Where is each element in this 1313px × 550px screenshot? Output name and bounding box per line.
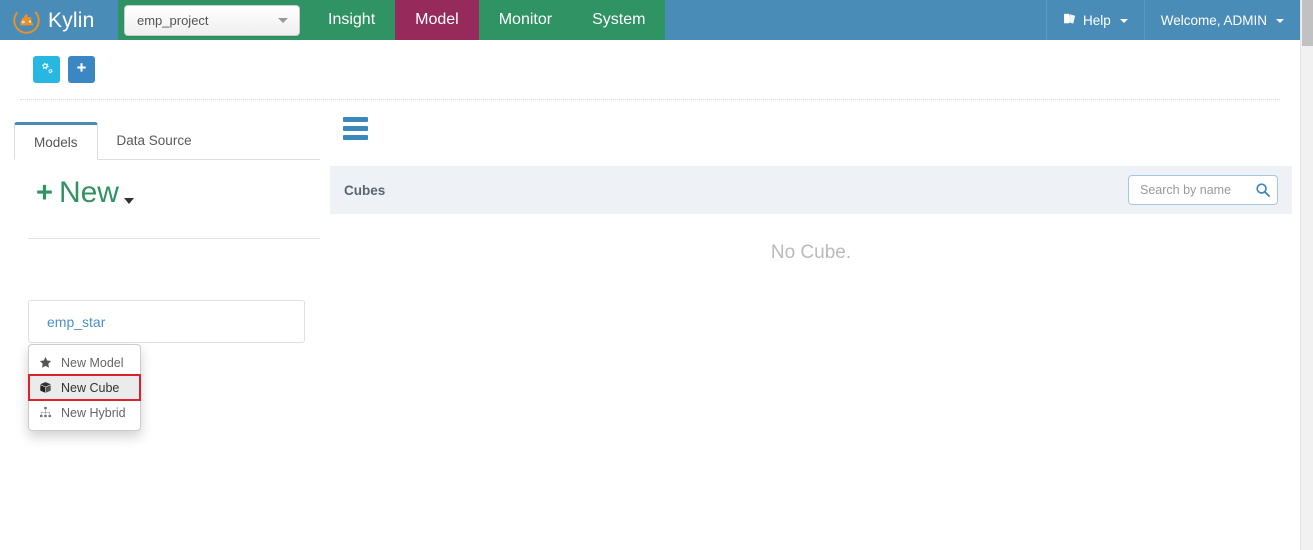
models-list-divider xyxy=(28,238,320,239)
book-icon xyxy=(1063,13,1077,28)
search-icon[interactable] xyxy=(1255,182,1271,198)
model-name-link[interactable]: emp_star xyxy=(47,314,105,330)
nav-spacer xyxy=(665,0,1046,40)
model-list-item-emp-star[interactable]: emp_star xyxy=(28,300,305,343)
nav-right-links: Help Welcome, ADMIN xyxy=(1045,0,1300,40)
left-column: Models Data Source + New emp_star New Mo… xyxy=(14,122,320,431)
cogs-icon xyxy=(39,61,54,78)
nav-item-user[interactable]: Welcome, ADMIN xyxy=(1143,0,1300,40)
nav-green-section: emp_project Insight Model Monitor System xyxy=(118,0,1046,40)
hamburger-icon[interactable] xyxy=(343,113,369,144)
manage-project-button[interactable] xyxy=(33,56,60,83)
kylin-logo-icon xyxy=(12,6,41,35)
project-toolbar xyxy=(33,56,95,83)
menu-item-new-model-label: New Model xyxy=(61,355,124,370)
new-button-area: + New xyxy=(14,160,320,214)
nav-item-insight[interactable]: Insight xyxy=(308,0,395,40)
search-box[interactable] xyxy=(1128,175,1278,205)
brand-name: Kylin xyxy=(48,8,95,32)
new-dropdown-menu: New Model New Cube New Hybrid xyxy=(28,344,141,431)
nav-item-user-label: Welcome, ADMIN xyxy=(1160,12,1267,28)
toolbar-divider xyxy=(20,99,1280,100)
tab-models[interactable]: Models xyxy=(14,122,98,160)
caret-down-icon xyxy=(1276,19,1284,23)
menu-item-new-hybrid-label: New Hybrid xyxy=(61,405,126,420)
new-dropdown-button[interactable]: + New xyxy=(14,172,140,214)
top-navbar: Kylin emp_project Insight Model Monitor … xyxy=(0,0,1300,40)
plus-icon: + xyxy=(36,176,53,209)
menu-item-new-model[interactable]: New Model xyxy=(29,350,140,375)
brand[interactable]: Kylin xyxy=(0,0,118,40)
menu-item-new-cube[interactable]: New Cube xyxy=(28,374,141,401)
caret-down-icon xyxy=(278,18,288,23)
add-project-button[interactable] xyxy=(68,56,95,83)
plus-icon xyxy=(75,62,88,78)
empty-state-message: No Cube. xyxy=(770,242,852,263)
search-input[interactable] xyxy=(1138,182,1255,198)
page-scrollbar-thumb[interactable] xyxy=(1302,0,1313,46)
nav-item-help[interactable]: Help xyxy=(1045,0,1144,40)
page-scrollbar[interactable] xyxy=(1300,0,1313,550)
cubes-panel-header: Cubes xyxy=(330,166,1292,214)
nav-item-system[interactable]: System xyxy=(572,0,665,40)
nav-item-model[interactable]: Model xyxy=(395,0,479,40)
star-icon xyxy=(37,356,53,369)
new-dropdown-label: New xyxy=(58,176,119,209)
right-column: Cubes No Cube. xyxy=(330,113,1292,264)
nav-item-help-label: Help xyxy=(1082,12,1111,28)
main-nav-links: Insight Model Monitor System xyxy=(308,0,665,40)
tab-data-source[interactable]: Data Source xyxy=(98,121,211,159)
panel-title: Cubes xyxy=(344,182,386,198)
menu-item-new-hybrid[interactable]: New Hybrid xyxy=(29,400,140,425)
cubes-panel: Cubes No Cube. xyxy=(330,166,1292,264)
project-selector-wrap: emp_project xyxy=(118,0,308,40)
nav-item-monitor[interactable]: Monitor xyxy=(479,0,572,40)
project-selector[interactable]: emp_project xyxy=(124,4,300,36)
left-tabs: Models Data Source xyxy=(14,122,320,160)
menu-item-new-cube-label: New Cube xyxy=(61,380,120,395)
project-selector-value: emp_project xyxy=(137,12,209,28)
sitemap-icon xyxy=(37,406,53,419)
caret-down-icon xyxy=(123,198,134,204)
cube-icon xyxy=(37,381,53,394)
caret-down-icon xyxy=(1119,19,1128,23)
